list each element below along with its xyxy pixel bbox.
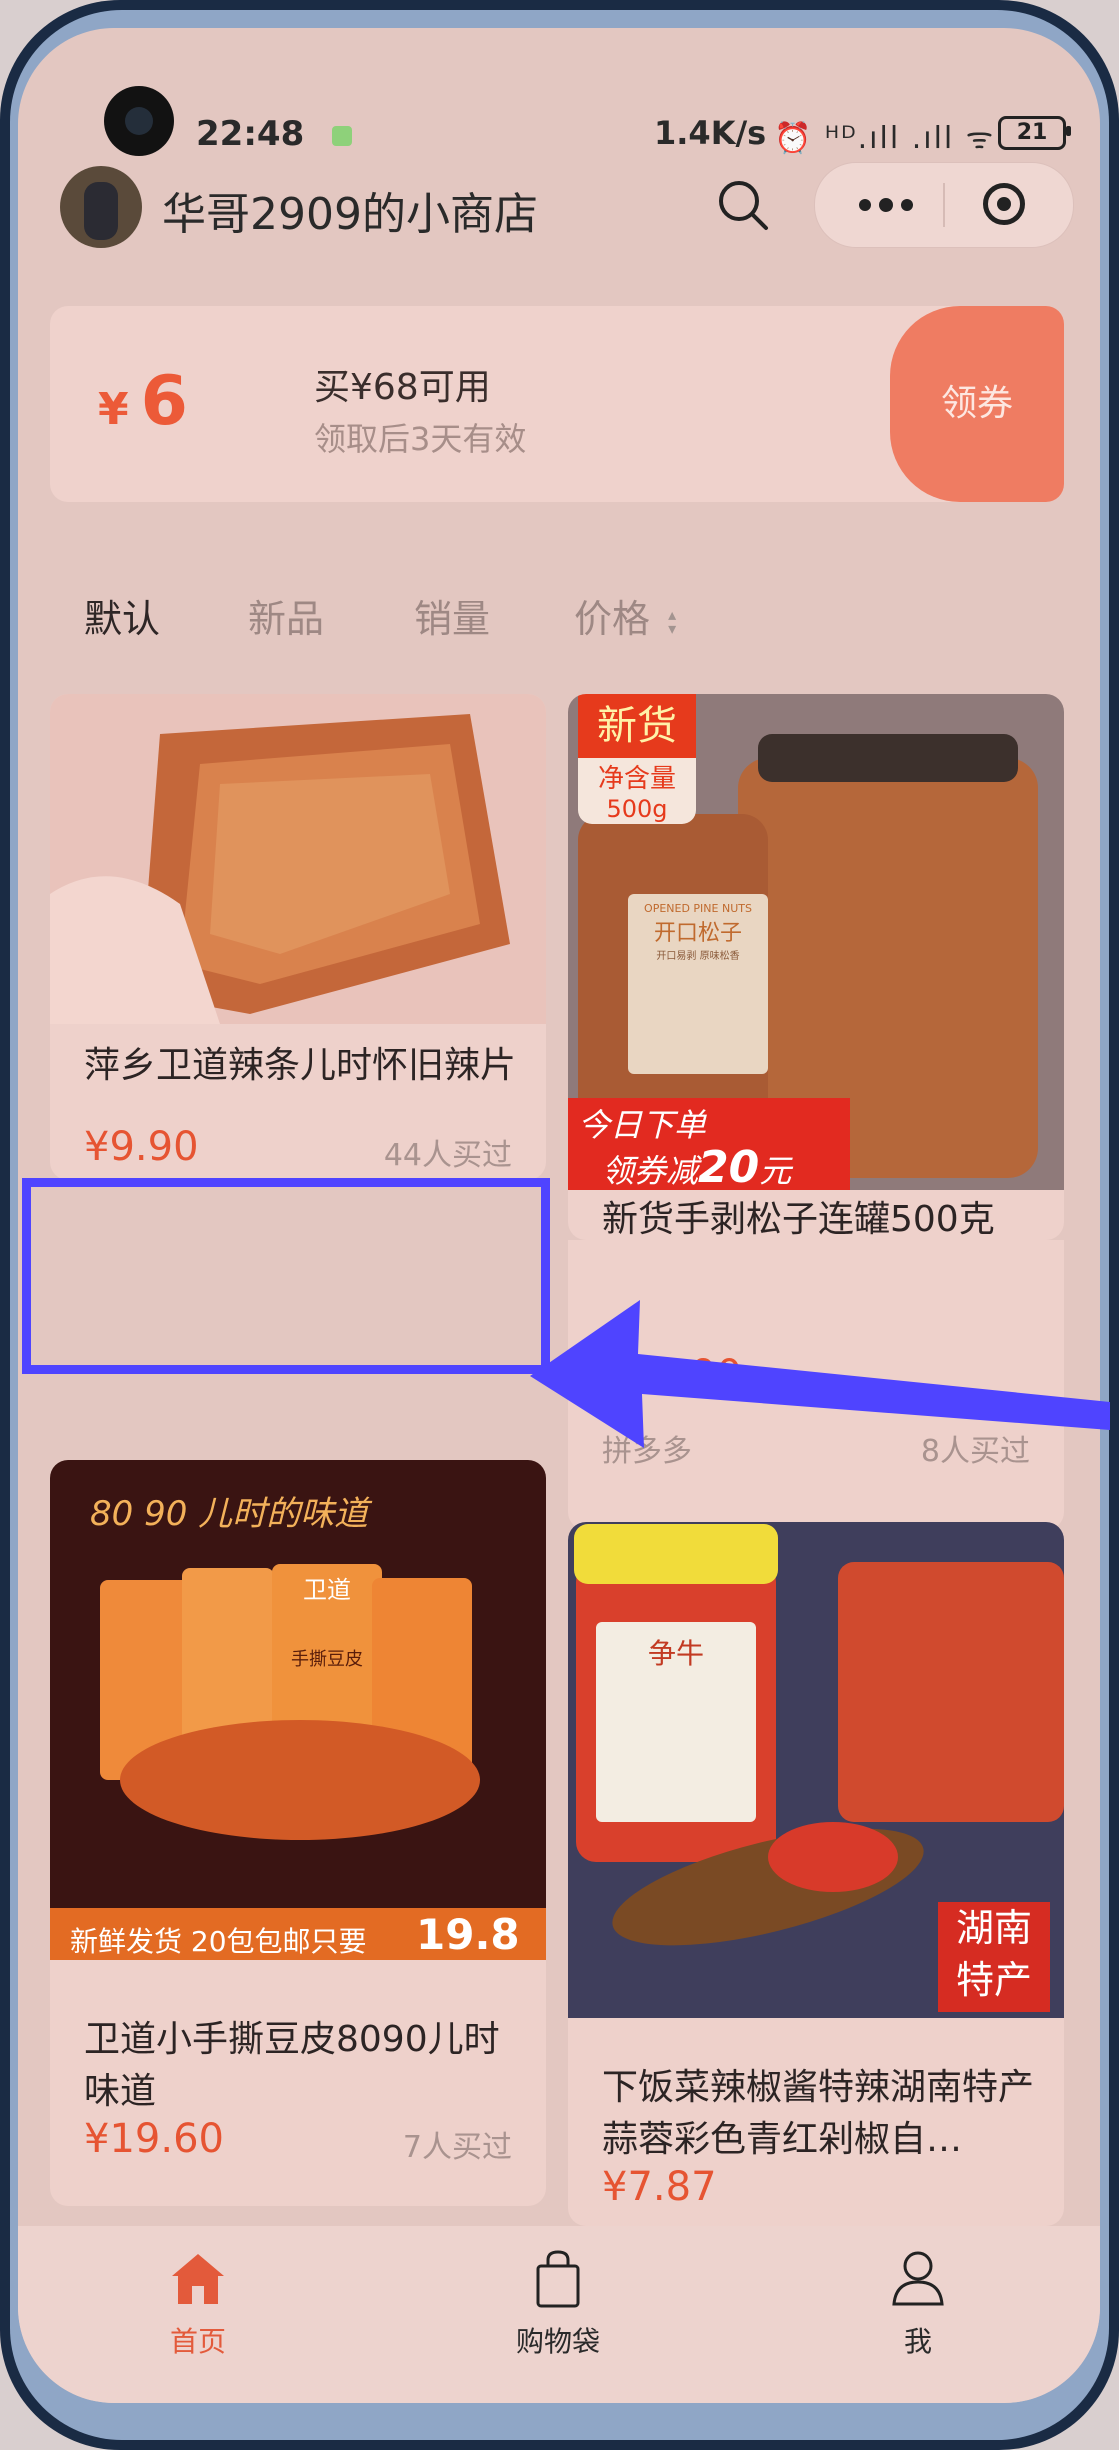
- sauce-jar-back: [838, 1562, 1064, 1822]
- tabbar-shopping-bag[interactable]: 购物袋: [478, 2246, 638, 2360]
- highlight-box: [22, 1178, 550, 1374]
- product-title: 下饭菜辣椒酱特辣湖南特产蒜蓉彩色青红剁椒自…: [602, 2067, 1035, 2160]
- product-price: ¥7.87: [602, 2164, 717, 2210]
- shop-avatar[interactable]: [60, 166, 142, 248]
- miniprogram-capsule: [814, 162, 1074, 248]
- shop-name[interactable]: 华哥2909的小商店: [162, 178, 538, 242]
- tab-default[interactable]: 默认: [84, 588, 160, 643]
- jar-lid: [758, 734, 1018, 782]
- tabbar-me[interactable]: 我: [838, 2246, 998, 2360]
- tabbar-label: 购物袋: [515, 2325, 600, 2358]
- more-icon[interactable]: [845, 163, 925, 247]
- jar-lid: [574, 1524, 778, 1584]
- product-image-4: 争牛 湖南 特产: [568, 1522, 1064, 2018]
- profile-icon: [892, 2251, 944, 2306]
- coupon-amount: ¥6: [98, 362, 188, 441]
- coupon-card: ¥6 买¥68可用 领取后3天有效 领券: [50, 306, 1064, 502]
- capsule-divider: [943, 183, 945, 227]
- pointer-arrow: [530, 1300, 1110, 1448]
- product-price: ¥9.90: [84, 1124, 199, 1170]
- coupon-validity: 领取后3天有效: [314, 420, 527, 458]
- tabbar-label: 我: [903, 2325, 932, 2358]
- battery-cap: [1066, 126, 1071, 136]
- target-icon[interactable]: [983, 183, 1025, 225]
- product-title: 萍乡卫道辣条儿时怀旧辣片: [84, 1045, 517, 1086]
- tab-new[interactable]: 新品: [248, 588, 324, 643]
- claim-coupon-button[interactable]: 领券: [890, 306, 1064, 502]
- bottom-tabbar: 首页 购物袋 我: [18, 2226, 1100, 2403]
- promo-banner: 今日下单 领券减20元: [568, 1098, 850, 1193]
- tofu-skin-pile: [120, 1720, 480, 1840]
- home-icon: [172, 2254, 224, 2304]
- sort-tabs: 默认 新品 销量 价格 ▴ ▾: [18, 588, 1100, 658]
- search-icon[interactable]: [714, 176, 772, 234]
- status-time: 22:48: [196, 114, 305, 154]
- image-slogan: 80 90 儿时的味道: [90, 1494, 369, 1534]
- new-stock-badge: 新货 净含量 500g: [578, 694, 696, 824]
- coupon-condition: 买¥68可用: [314, 367, 491, 408]
- battery-icon: 21: [998, 116, 1066, 150]
- product-sold-count: 7人买过: [402, 2130, 512, 2165]
- product-card-2[interactable]: OPENED PINE NUTS 开口松子 开口易剥 原味松香 新货 净含量 5…: [568, 694, 1064, 1240]
- jar-label: OPENED PINE NUTS 开口松子 开口易剥 原味松香: [628, 894, 768, 1074]
- tabbar-home[interactable]: 首页: [118, 2246, 278, 2360]
- sort-arrows-icon: ▴ ▾: [668, 604, 677, 638]
- jar-label: 争牛: [596, 1622, 756, 1822]
- signal-wifi-icons: ⏰ ᴴᴰ.ıll .ıll ᯤ: [774, 121, 996, 156]
- tab-price[interactable]: 价格 ▴ ▾: [574, 588, 676, 643]
- front-camera: [104, 86, 174, 156]
- product-card-3[interactable]: 80 90 儿时的味道 卫道 手撕豆皮 新鲜发货 20包包邮只要 19.8 卫道…: [50, 1460, 546, 2206]
- network-speed: 1.4K/s: [654, 114, 767, 152]
- product-sold-count: 44人买过: [383, 1138, 512, 1173]
- product-price: ¥19.60: [84, 2116, 224, 2162]
- product-image-2: OPENED PINE NUTS 开口松子 开口易剥 原味松香 新货 净含量 5…: [568, 694, 1064, 1193]
- chopped-chili: [768, 1822, 898, 1892]
- tab-sales[interactable]: 销量: [414, 588, 490, 643]
- shopping-bag-icon: [536, 2250, 580, 2308]
- product-card-1[interactable]: 萍乡卫道辣条儿时怀旧辣片 ¥9.90 44人买过: [50, 694, 546, 1180]
- tabbar-label: 首页: [169, 2325, 226, 2358]
- tab-price-label: 价格: [574, 597, 651, 641]
- region-tag: 湖南 特产: [938, 1902, 1050, 2012]
- product-image-3: 80 90 儿时的味道 卫道 手撕豆皮 新鲜发货 20包包邮只要 19.8: [50, 1460, 546, 1960]
- product-image-1: [50, 694, 546, 1024]
- notification-icon: [332, 126, 352, 146]
- product-title: 新货手剥松子连罐500克250克120克开口东北…: [602, 1199, 995, 1240]
- product-title: 卫道小手撕豆皮8090儿时味道: [84, 2019, 500, 2112]
- price-banner: 新鲜发货 20包包邮只要 19.8: [50, 1908, 546, 1960]
- product-card-4[interactable]: 争牛 湖南 特产 下饭菜辣椒酱特辣湖南特产蒜蓉彩色青红剁椒自… ¥7.87: [568, 1522, 1064, 2226]
